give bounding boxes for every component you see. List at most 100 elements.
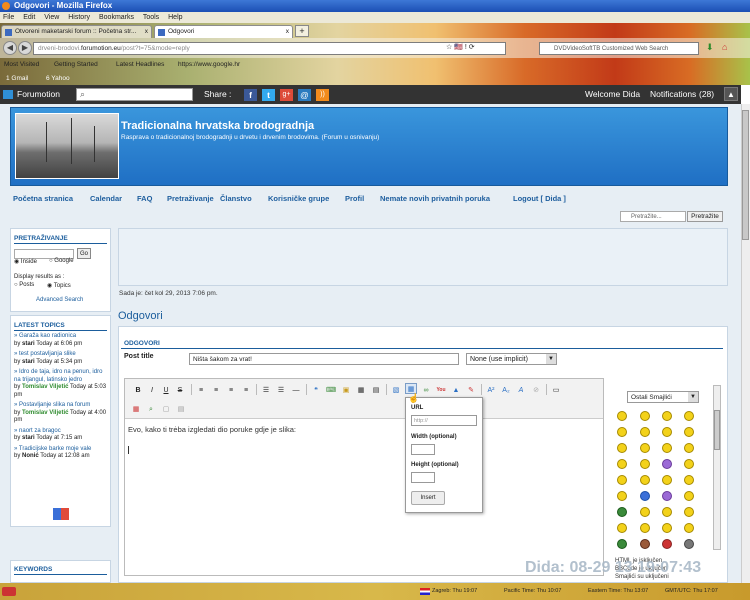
editor-content[interactable]: Evo, kako ti trėba izgledati dio poruke … [128,425,296,434]
smiley-icon[interactable] [662,507,672,517]
bookmark-latest-headlines[interactable]: Latest Headlines [116,58,164,72]
nav-calendar[interactable]: Calendar [90,194,122,203]
nav-faq[interactable]: FAQ [137,194,152,203]
subscript-icon[interactable]: A₂ [500,384,512,395]
sidebar-go-button[interactable]: Go [77,248,91,259]
justify-icon[interactable]: ≡ [240,384,252,395]
nav-usergroups[interactable]: Korisničke grupe [268,194,329,203]
underline-button[interactable]: U [160,384,172,395]
smiley-icon[interactable] [617,539,627,549]
smiley-icon[interactable] [662,443,672,453]
italic-button[interactable]: I [146,384,158,395]
tab-close-icon[interactable]: x [145,26,148,38]
font-icon[interactable]: A [515,384,527,395]
nav-profile[interactable]: Profil [345,194,364,203]
smiley-icon[interactable] [662,475,672,485]
clear-format-icon[interactable]: ⊘ [530,384,542,395]
quote-icon[interactable]: ❝ [310,384,322,395]
smiley-icon[interactable] [640,475,650,485]
copy-icon[interactable]: ▢ [160,403,172,414]
popup-width-input[interactable] [411,444,435,455]
url-bar[interactable]: drveni-brodovi.forumotion.eu/post?t=75&m… [33,42,506,55]
smiley-icon[interactable] [684,491,694,501]
nav-search[interactable]: Pretraživanje [167,194,214,203]
download-icon[interactable]: ⬇ [706,42,714,53]
numbered-list-icon[interactable]: ☰ [275,384,287,395]
forumotion-search-input[interactable]: ⌕ [76,88,193,101]
align-right-icon[interactable]: ≡ [225,384,237,395]
smiley-icon[interactable] [640,539,650,549]
popup-url-input[interactable]: http:// [411,415,477,426]
smiley-icon[interactable] [617,507,627,517]
code-icon[interactable]: ⌨ [325,384,337,395]
smiley-icon[interactable] [684,459,694,469]
bookmark-most-visited[interactable]: Most Visited [4,58,39,72]
smiley-icon[interactable] [617,443,627,453]
smiley-icon[interactable] [684,475,694,485]
post-icon-select[interactable]: None (use implicit) ▼ [466,353,557,365]
topic-link[interactable]: » Idro de taja, idro na penun, idro na t… [14,369,102,383]
bookmark-getting-started[interactable]: Getting Started [54,58,98,72]
yahoo-link[interactable]: 6 Yahoo [46,72,70,85]
smiley-icon[interactable] [640,459,650,469]
image-icon[interactable]: ▧ [390,384,402,395]
site-title[interactable]: Tradicionalna hrvatska brodogradnja [121,120,314,132]
welcome-text[interactable]: Welcome Dida [585,85,640,104]
smiley-icon[interactable] [684,427,694,437]
bookmark-google-hr[interactable]: https://www.google.hr [178,58,240,72]
smiley-icon[interactable] [684,507,694,517]
notifications-link[interactable]: Notifications [650,85,696,104]
twitter-icon[interactable]: t [262,89,275,101]
smiley-icon[interactable] [684,539,694,549]
smiley-icon[interactable] [662,523,672,533]
gmail-link[interactable]: 1 Gmail [6,72,28,85]
facebook-icon[interactable]: f [244,89,257,101]
popup-insert-button[interactable]: Insert [411,491,445,505]
social-share-icon[interactable] [53,508,69,520]
horizontal-rule-icon[interactable]: — [290,384,302,395]
superscript-icon[interactable]: A² [485,384,497,395]
topic-link[interactable]: » naort za bragoc [14,428,61,434]
back-button[interactable]: ◀ [3,41,17,55]
menu-file[interactable]: File [3,14,14,21]
url-bar-icons[interactable]: ☆ 🇺🇸 ! ⟳ [446,42,475,54]
smiley-icon[interactable] [617,523,627,533]
radio-google[interactable]: ○ Google [49,258,74,264]
email-share-icon[interactable]: @ [298,89,311,101]
topic-link[interactable]: » test postavljanja slike [14,351,76,357]
smilies-scrollbar-thumb[interactable] [714,410,720,450]
tab-close-icon[interactable]: x [286,26,289,38]
radio-inside[interactable]: ◉ Inside [14,258,37,265]
hide-icon[interactable]: ▣ [340,384,352,395]
tab-maketarski-forum[interactable]: Otvoreni maketarski forum :: Početna str… [1,25,152,38]
nav-home[interactable]: Početna stranica [13,194,73,203]
menu-bookmarks[interactable]: Bookmarks [99,14,134,21]
toggle-mode-icon[interactable]: ▭ [550,384,562,395]
forumotion-logo[interactable]: Forumotion [17,85,60,104]
menu-history[interactable]: History [68,14,90,21]
smilies-category-select[interactable]: Ostali Smajlići ▼ [627,391,699,403]
strike-button[interactable]: S [174,384,186,395]
smiley-icon[interactable] [640,491,650,501]
smiley-icon[interactable] [662,491,672,501]
smiley-icon[interactable] [662,539,672,549]
nav-members[interactable]: Članstvo [220,194,252,203]
align-left-icon[interactable]: ≡ [195,384,207,395]
home-icon[interactable]: ⌂ [722,42,727,52]
topic-link[interactable]: » Tradicijske barke moje vale [14,446,91,452]
menu-edit[interactable]: Edit [23,14,35,21]
radio-topics[interactable]: ◉ Topics [47,282,71,289]
menu-view[interactable]: View [44,14,59,21]
google-plus-icon[interactable]: g+ [280,89,293,101]
menu-help[interactable]: Help [168,14,182,21]
align-center-icon[interactable]: ≡ [210,384,222,395]
smiley-icon[interactable] [684,443,694,453]
post-title-input[interactable]: Ništa šakom za vrat! [189,353,459,365]
topic-link[interactable]: » Postavljanje slika na forum [14,402,90,408]
quick-search-button[interactable]: Pretražite [687,211,723,222]
youtube-icon[interactable]: You [435,384,447,395]
search-replace-icon[interactable]: ⌕ [145,403,157,414]
smiley-icon[interactable] [640,523,650,533]
spoiler-icon[interactable]: ▦ [355,384,367,395]
smiley-icon[interactable] [662,459,672,469]
